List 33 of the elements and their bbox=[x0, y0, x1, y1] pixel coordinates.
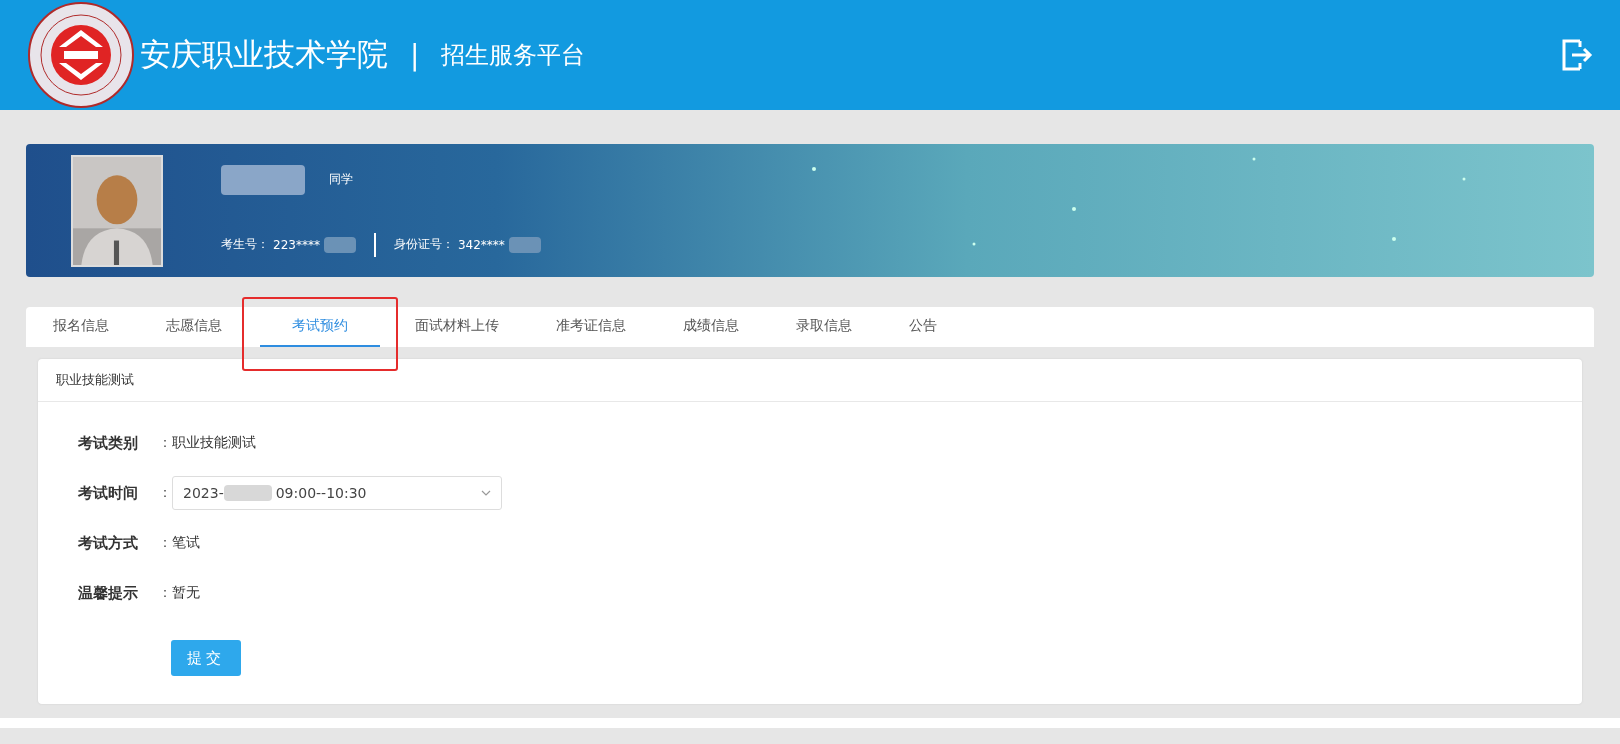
tab[interactable]: 志愿信息 bbox=[147, 307, 241, 347]
exam-number: 223**** bbox=[273, 237, 320, 252]
exam-number-label: 考生号： bbox=[221, 236, 269, 253]
colon: ： bbox=[158, 534, 172, 552]
field-label: 考试类别 bbox=[78, 433, 139, 453]
redaction-blur bbox=[508, 236, 541, 253]
tab[interactable]: 报名信息 bbox=[34, 307, 128, 347]
platform-name: 招生服务平台 bbox=[441, 40, 586, 71]
tab[interactable]: 考试预约 bbox=[260, 307, 380, 347]
field-value: 职业技能测试 bbox=[172, 434, 256, 452]
tab[interactable]: 录取信息 bbox=[777, 307, 871, 347]
field-label: 温馨提示 bbox=[78, 583, 139, 603]
redaction-blur bbox=[323, 236, 356, 253]
colon: ： bbox=[158, 484, 172, 502]
tab[interactable]: 准考证信息 bbox=[537, 307, 645, 347]
field-value: 笔试 bbox=[172, 534, 200, 552]
id-number: 342**** bbox=[457, 237, 505, 252]
field-label: 考试时间 bbox=[78, 483, 139, 503]
tab[interactable]: 公告 bbox=[890, 307, 956, 347]
colon: ： bbox=[158, 584, 172, 602]
school-name: 安庆职业技术学院 bbox=[140, 35, 388, 74]
field-label: 考试方式 bbox=[78, 533, 139, 553]
panel-title: 职业技能测试 bbox=[38, 359, 1582, 402]
tab[interactable]: 面试材料上传 bbox=[396, 307, 518, 347]
caret-icon bbox=[481, 490, 491, 496]
id-number-label: 身份证号： bbox=[393, 236, 454, 253]
tab[interactable]: 成绩信息 bbox=[664, 307, 758, 347]
student-suffix: 同学 bbox=[329, 171, 353, 188]
title-separator: | bbox=[410, 38, 420, 72]
field-value: 暂无 bbox=[172, 584, 200, 602]
colon: ： bbox=[158, 434, 172, 452]
emblem-icon bbox=[26, 0, 136, 110]
time-select[interactable]: 2023- 09:00--10:30 bbox=[172, 476, 502, 510]
